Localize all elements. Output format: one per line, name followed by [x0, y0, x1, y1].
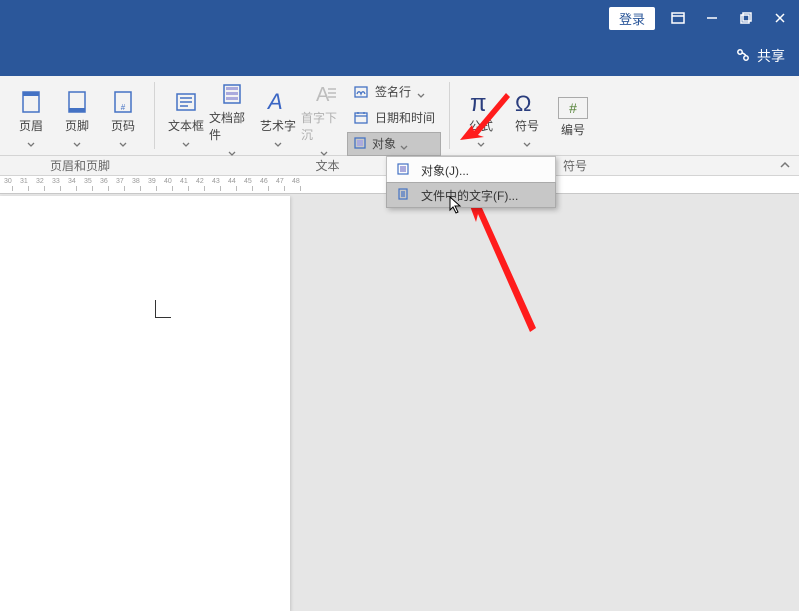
footer-label: 页脚 — [65, 117, 89, 134]
ruler-tick: 32 — [36, 178, 44, 185]
ruler-tick: 43 — [212, 178, 220, 185]
footer-button[interactable]: 页脚 — [54, 89, 100, 146]
mouse-cursor-icon — [449, 196, 463, 219]
ruler-tick: 33 — [52, 178, 60, 185]
chevron-down-icon — [27, 138, 35, 146]
dropdown-object-label: 对象(J)... — [421, 162, 469, 179]
object-button[interactable]: 对象 — [347, 132, 441, 156]
document-page[interactable] — [0, 196, 290, 611]
symbol-button[interactable]: Ω 符号 — [504, 89, 550, 146]
file-text-icon — [397, 188, 411, 202]
chevron-down-icon — [417, 89, 425, 97]
page-number-button[interactable]: # 页码 — [100, 89, 146, 146]
signature-button[interactable]: 签名行 — [347, 80, 441, 104]
ruler-tick: 46 — [260, 178, 268, 185]
object-label: 对象 — [372, 135, 396, 152]
chevron-down-icon — [73, 138, 81, 146]
ribbon: 页眉 页脚 # 页码 文本框 文档部件 A 艺术字 — [0, 76, 799, 156]
dropdown-item-object[interactable]: 对象(J)... — [387, 157, 555, 183]
signature-icon — [353, 84, 369, 100]
object-dropdown: 对象(J)... 文件中的文字(F)... — [386, 156, 556, 208]
dropcap-button: A 首字下沉 — [301, 81, 347, 155]
object-icon — [397, 163, 411, 177]
page-number-label: 页码 — [111, 117, 135, 134]
calendar-icon — [353, 110, 369, 126]
page-number-icon: # — [107, 89, 139, 115]
dropcap-label: 首字下沉 — [301, 109, 347, 143]
header-button[interactable]: 页眉 — [8, 89, 54, 146]
symbol-label: 符号 — [515, 117, 539, 134]
object-icon — [354, 137, 368, 151]
ruler-tick: 34 — [68, 178, 76, 185]
title-bar: 登录 — [0, 0, 799, 36]
svg-text:A: A — [316, 84, 330, 106]
ruler-tick: 38 — [132, 178, 140, 185]
text-thin-stack: 签名行 日期和时间 对象 — [347, 80, 441, 156]
doc-parts-button[interactable]: 文档部件 — [209, 81, 255, 155]
annotation-arrow-icon — [470, 198, 540, 343]
dropdown-text-from-file-label: 文件中的文字(F)... — [421, 187, 518, 204]
page-footer-icon — [61, 89, 93, 115]
dropcap-icon: A — [308, 81, 340, 107]
share-icon[interactable] — [735, 47, 751, 66]
ruler-tick: 35 — [84, 178, 92, 185]
chevron-down-icon — [320, 147, 328, 155]
textbox-icon — [170, 89, 202, 115]
group-label-header-footer: 页眉和页脚 — [0, 157, 160, 174]
chevron-down-icon — [274, 138, 282, 146]
share-bar: 共享 — [0, 36, 799, 76]
ruler-tick: 37 — [116, 178, 124, 185]
chevron-down-icon — [400, 141, 408, 149]
ruler-tick: 40 — [164, 178, 172, 185]
ruler-tick: 44 — [228, 178, 236, 185]
chevron-down-icon — [228, 147, 236, 155]
svg-text:Ω: Ω — [515, 91, 531, 115]
textbox-label: 文本框 — [168, 117, 204, 134]
omega-icon: Ω — [511, 89, 543, 115]
chevron-down-icon — [119, 138, 127, 146]
ruler-tick: 48 — [292, 178, 300, 185]
ribbon-display-icon[interactable] — [667, 7, 689, 29]
ruler-tick: 42 — [196, 178, 204, 185]
annotation-arrow-icon — [460, 85, 510, 150]
collapse-ribbon-icon[interactable] — [779, 159, 791, 174]
numbering-button[interactable]: # 编号 — [550, 97, 596, 138]
doc-parts-icon — [216, 81, 248, 107]
login-button[interactable]: 登录 — [609, 7, 655, 30]
minimize-icon[interactable] — [701, 7, 723, 29]
signature-label: 签名行 — [375, 83, 411, 100]
svg-text:#: # — [121, 103, 126, 112]
group-header-footer: 页眉 页脚 # 页码 — [0, 76, 154, 155]
svg-text:A: A — [266, 89, 283, 114]
dropdown-item-text-from-file[interactable]: 文件中的文字(F)... — [386, 182, 556, 208]
ruler-tick: 41 — [180, 178, 188, 185]
ruler-tick: 31 — [20, 178, 28, 185]
hash-icon: # — [558, 97, 588, 119]
share-label[interactable]: 共享 — [757, 46, 785, 66]
datetime-label: 日期和时间 — [375, 109, 435, 126]
wordart-label: 艺术字 — [260, 117, 296, 134]
maximize-icon[interactable] — [735, 7, 757, 29]
numbering-label: 编号 — [561, 121, 585, 138]
ruler-tick: 36 — [100, 178, 108, 185]
doc-parts-label: 文档部件 — [209, 109, 255, 143]
textbox-button[interactable]: 文本框 — [163, 89, 209, 146]
ruler-tick: 30 — [4, 178, 12, 185]
chevron-down-icon — [182, 138, 190, 146]
wordart-icon: A — [262, 89, 294, 115]
ruler-tick: 47 — [276, 178, 284, 185]
datetime-button[interactable]: 日期和时间 — [347, 106, 441, 130]
close-icon[interactable] — [769, 7, 791, 29]
ruler-tick: 39 — [148, 178, 156, 185]
text-cursor — [155, 300, 171, 318]
chevron-down-icon — [523, 138, 531, 146]
group-text: 文本框 文档部件 A 艺术字 A 首字下沉 签名行 日期和时 — [155, 76, 449, 155]
wordart-button[interactable]: A 艺术字 — [255, 89, 301, 146]
page-header-icon — [15, 89, 47, 115]
header-label: 页眉 — [19, 117, 43, 134]
ruler-tick: 45 — [244, 178, 252, 185]
